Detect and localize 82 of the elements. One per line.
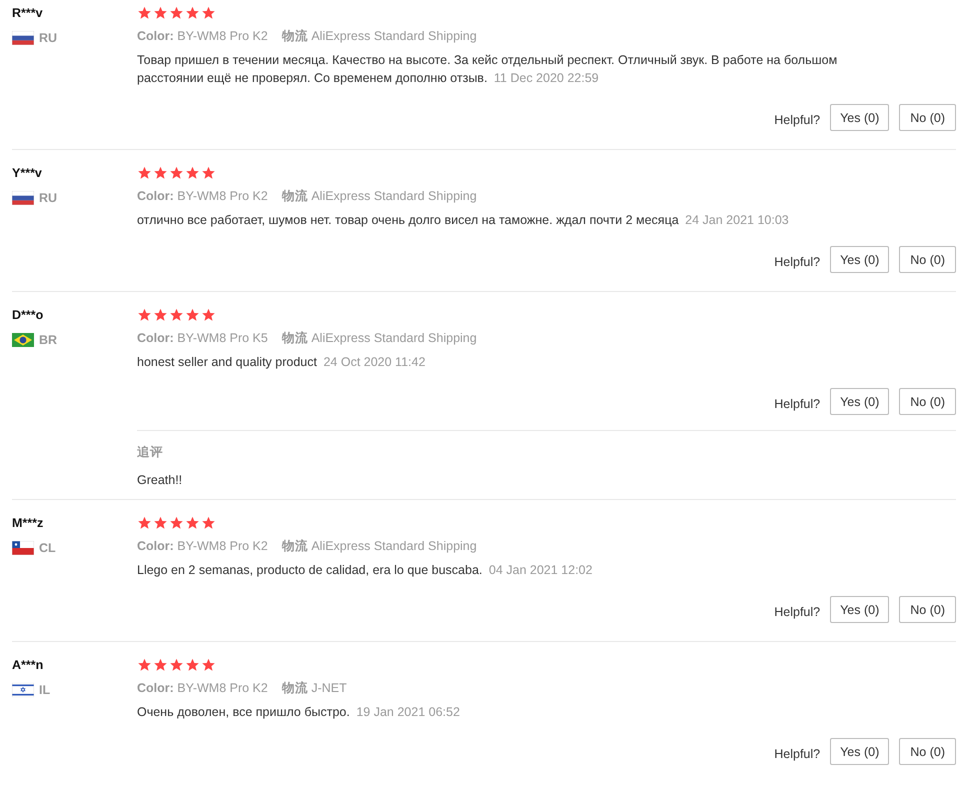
- shipping-method: AliExpress Standard Shipping: [311, 189, 477, 203]
- star-icon: [153, 658, 168, 672]
- shipping-method: AliExpress Standard Shipping: [311, 539, 477, 553]
- star-icon: [169, 308, 184, 322]
- star-icon: [137, 658, 152, 672]
- star-icon: [153, 166, 168, 180]
- star-icon: [153, 6, 168, 20]
- star-icon: [185, 308, 200, 322]
- yes-button[interactable]: Yes (0): [830, 246, 890, 273]
- no-button[interactable]: No (0): [899, 738, 956, 765]
- shipping-label: 物流: [282, 29, 308, 43]
- star-icon: [201, 658, 216, 672]
- review-text: Очень доволен, все пришло быстро. 19 Jan 2021 06:52: [137, 704, 460, 721]
- star-icon: [201, 166, 216, 180]
- no-button[interactable]: No (0): [899, 596, 956, 623]
- shipping-label: 物流: [282, 331, 308, 345]
- reviewer-name: Y***v: [12, 165, 43, 182]
- color-label: Color:: [137, 331, 174, 345]
- shipping-label: 物流: [282, 681, 308, 695]
- yes-button[interactable]: Yes (0): [830, 596, 890, 623]
- flag-icon: [12, 191, 34, 205]
- star-icon: [137, 308, 152, 322]
- shipping-label: 物流: [282, 189, 308, 203]
- additional-review-text: Greath!!: [137, 472, 184, 489]
- color-value: BY-WM8 Pro K2: [177, 681, 268, 695]
- color-label: Color:: [137, 29, 174, 43]
- review-text: honest seller and quality product 24 Oct 2020 11:42: [137, 354, 426, 371]
- helpful-label: Helpful?: [774, 604, 820, 621]
- helpful-label: Helpful?: [774, 396, 820, 413]
- star-icon: [201, 516, 216, 530]
- reviewer-name: A***n: [12, 657, 44, 674]
- yes-button[interactable]: Yes (0): [830, 104, 890, 131]
- star-icon: [169, 516, 184, 530]
- star-icon: [153, 308, 168, 322]
- star-icon: [169, 658, 184, 672]
- flag-icon: [12, 333, 34, 347]
- shipping-method: J-NET: [311, 681, 347, 695]
- star-icon: [185, 166, 200, 180]
- color-value: BY-WM8 Pro K2: [177, 539, 268, 553]
- star-icon: [153, 516, 168, 530]
- no-button[interactable]: No (0): [899, 388, 956, 415]
- reviewer-name: D***o: [12, 307, 44, 324]
- flag-icon: [12, 541, 34, 555]
- country-code: IL: [39, 682, 50, 699]
- star-icon: [169, 6, 184, 20]
- review-text: Товар пришел в течении месяца. Качество на высоте. За кейс отдельный респект. Отличный звук. В работе на большом расстоянии ещё не проверял. Со временем дополню отзыв. 11 Dec 2020 22:59: [137, 52, 838, 87]
- color-label: Color:: [137, 681, 174, 695]
- star-icon: [185, 6, 200, 20]
- flag-icon: [12, 31, 34, 45]
- color-label: Color:: [137, 189, 174, 203]
- flag-icon: [12, 683, 34, 697]
- helpful-label: Helpful?: [774, 112, 820, 129]
- star-icon: [137, 516, 152, 530]
- star-icon: [201, 308, 216, 322]
- review-text: отлично все работает, шумов нет. товар очень долго висел на таможне. ждал почти 2 месяца 24 Jan 2021 10:03: [137, 212, 789, 229]
- yes-button[interactable]: Yes (0): [830, 738, 890, 765]
- yes-button[interactable]: Yes (0): [830, 388, 890, 415]
- reviewer-name: M***z: [12, 515, 44, 532]
- color-value: BY-WM8 Pro K5: [177, 331, 268, 345]
- color-label: Color:: [137, 539, 174, 553]
- color-value: BY-WM8 Pro K2: [177, 29, 268, 43]
- shipping-method: AliExpress Standard Shipping: [311, 29, 477, 43]
- star-icon: [185, 516, 200, 530]
- helpful-label: Helpful?: [774, 254, 820, 271]
- star-icon: [169, 166, 184, 180]
- color-value: BY-WM8 Pro K2: [177, 189, 268, 203]
- shipping-label: 物流: [282, 539, 308, 553]
- country-code: RU: [39, 190, 58, 207]
- star-icon: [137, 166, 152, 180]
- star-icon: [185, 658, 200, 672]
- shipping-method: AliExpress Standard Shipping: [311, 331, 477, 345]
- no-button[interactable]: No (0): [899, 104, 956, 131]
- additional-review-label: 追评: [137, 444, 164, 461]
- country-code: BR: [39, 332, 58, 349]
- star-icon: [137, 6, 152, 20]
- star-icon: [201, 6, 216, 20]
- country-code: RU: [39, 30, 58, 47]
- country-code: CL: [39, 540, 56, 557]
- no-button[interactable]: No (0): [899, 246, 956, 273]
- reviewer-name: R***v: [12, 5, 44, 22]
- helpful-label: Helpful?: [774, 746, 820, 763]
- review-text: Llego en 2 semanas, producto de calidad, era lo que buscaba. 04 Jan 2021 12:02: [137, 562, 592, 579]
